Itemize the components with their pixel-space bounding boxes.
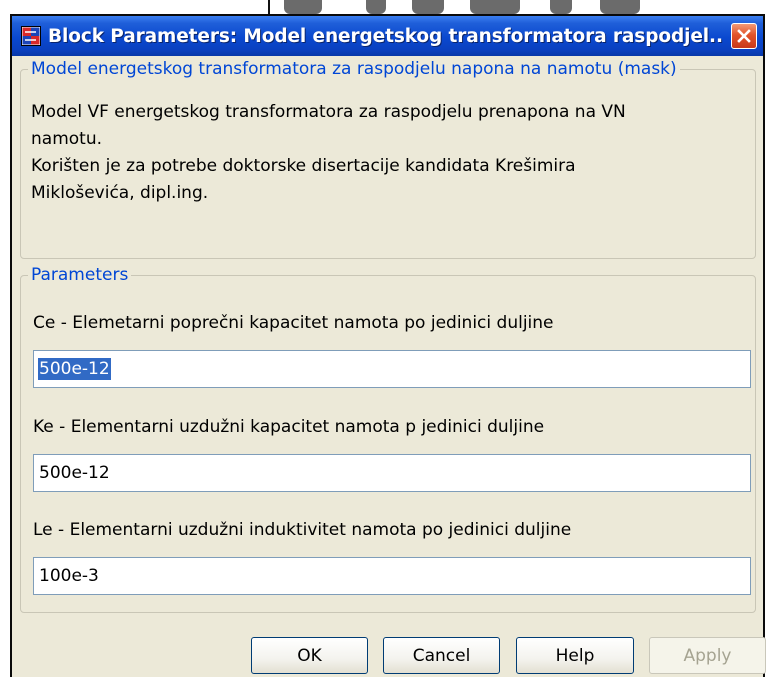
description-line: Mikloševića, dipl.ing. [31, 183, 209, 203]
parameters-group-legend: Parameters [28, 265, 132, 285]
background-shape [412, 0, 444, 14]
description-line: namotu. [31, 129, 102, 149]
param-input-ce[interactable]: 500e-12 [33, 350, 751, 388]
mask-description-group: Model energetskog transformatora za rasp… [20, 59, 756, 259]
block-parameters-dialog: Block Parameters: Model energetskog tran… [10, 14, 766, 677]
param-value-ke: 500e-12 [39, 463, 110, 483]
param-value-ce: 500e-12 [38, 358, 111, 380]
background-shape [284, 0, 322, 14]
background-shape [366, 0, 386, 14]
mask-group-legend: Model energetskog transformatora za rasp… [28, 59, 680, 79]
param-label-le: Le - Elementarni uzdužni induktivitet na… [33, 520, 572, 540]
apply-button: Apply [649, 637, 766, 674]
param-label-ke: Ke - Elementarni uzdužni kapacitet namot… [33, 417, 545, 437]
window-title: Block Parameters: Model energetskog tran… [48, 25, 723, 47]
param-value-le: 100e-3 [39, 566, 99, 586]
title-bar[interactable]: Block Parameters: Model energetskog tran… [12, 16, 763, 56]
cancel-button[interactable]: Cancel [383, 637, 500, 674]
help-button[interactable]: Help [516, 637, 634, 674]
close-icon [737, 29, 751, 43]
description-line: Model VF energetskog transformatora za r… [31, 102, 626, 122]
background-shape [600, 0, 640, 14]
simulink-block-icon [21, 26, 41, 46]
close-button[interactable] [731, 23, 757, 49]
parameters-group: Parameters Ce - Elemetarni poprečni kapa… [20, 265, 756, 613]
description-line: Korišten je za potrebe doktorske diserta… [31, 156, 576, 176]
param-label-ce: Ce - Elemetarni poprečni kapacitet namot… [33, 313, 554, 333]
ok-button[interactable]: OK [251, 637, 368, 674]
screen: Block Parameters: Model energetskog tran… [0, 0, 772, 677]
background-shape [550, 0, 572, 14]
param-input-ke[interactable]: 500e-12 [33, 454, 751, 492]
param-input-le[interactable]: 100e-3 [33, 557, 751, 595]
background-shape [470, 0, 520, 14]
